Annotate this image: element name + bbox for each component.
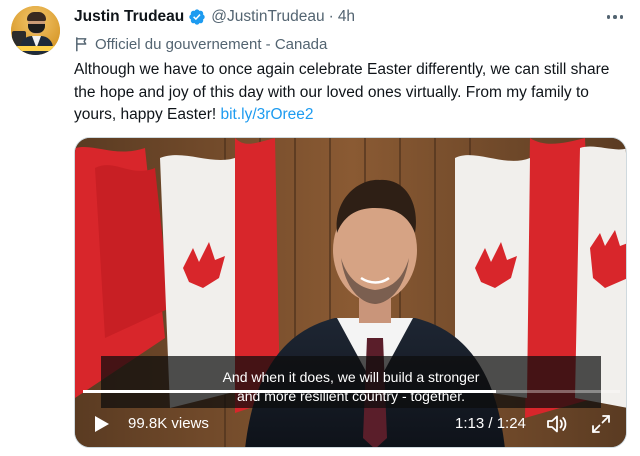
flag-icon [76, 37, 87, 52]
video-progress-fill [83, 390, 497, 393]
government-label[interactable]: Officiel du gouvernement - Canada [74, 34, 327, 54]
more-options-icon[interactable] [600, 7, 630, 27]
tweet[interactable]: Justin Trudeau @JustinTrudeau · 4h Offic… [0, 0, 640, 456]
verified-badge-icon [189, 9, 205, 25]
play-icon[interactable] [91, 414, 111, 434]
avatar[interactable] [11, 6, 60, 55]
author-name[interactable]: Justin Trudeau [74, 8, 184, 26]
author-handle[interactable]: @JustinTrudeau [211, 8, 324, 26]
video-progress-bar[interactable] [83, 390, 620, 393]
tweet-body: Although we have to once again celebrate… [74, 61, 610, 123]
video-controls: 99.8K views 1:13 / 1:24 [75, 408, 626, 440]
view-count: 99.8K views [128, 415, 209, 432]
video-player[interactable]: And when it does, we will build a strong… [74, 137, 627, 448]
government-label-text: Officiel du gouvernement - Canada [95, 35, 328, 53]
tweet-link[interactable]: bit.ly/3rOree2 [220, 106, 313, 123]
tweet-time[interactable]: 4h [338, 8, 355, 26]
tweet-header: Justin Trudeau @JustinTrudeau · 4h [74, 7, 355, 27]
separator-dot: · [328, 8, 334, 25]
fullscreen-icon[interactable] [590, 413, 612, 435]
video-timecode: 1:13 / 1:24 [455, 415, 526, 432]
volume-icon[interactable] [545, 412, 569, 436]
tweet-text: Although we have to once again celebrate… [74, 59, 624, 127]
caption-line-1: And when it does, we will build a strong… [222, 369, 480, 385]
video-caption: And when it does, we will build a strong… [101, 368, 601, 406]
